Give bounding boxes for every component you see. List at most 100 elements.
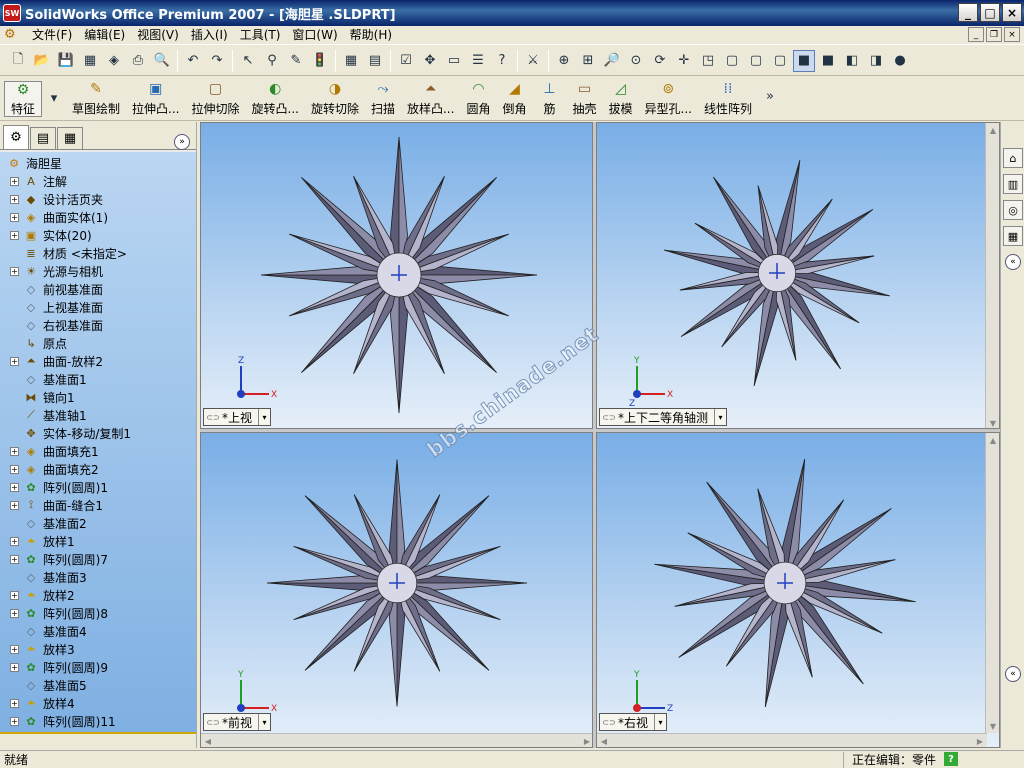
expand-icon[interactable]: + [10, 464, 19, 474]
home-icon[interactable]: ⌂ [1003, 148, 1023, 168]
scroll-down-icon[interactable]: ▼ [986, 416, 999, 428]
tree-item[interactable]: ↳ 原点 [0, 334, 196, 352]
scroll-right-icon[interactable]: ▶ [580, 734, 592, 747]
cmd-rib-button[interactable]: ⊥ 筋 [532, 80, 566, 118]
solidworks-app-icon[interactable]: SW [3, 4, 21, 22]
expand-icon[interactable]: + [10, 194, 19, 204]
tree-item[interactable]: ◇ 基准面2 [0, 514, 196, 532]
tree-root[interactable]: ⚙ 海胆星 [0, 154, 196, 172]
menu-window[interactable]: 窗口(W) [286, 26, 343, 45]
expand-icon[interactable]: + [10, 500, 19, 510]
link-views-icon[interactable]: ⊂⊃ [600, 718, 618, 727]
tree-item[interactable]: + ◈ 曲面填充1 [0, 442, 196, 460]
tree-item[interactable]: + ◈ 曲面填充2 [0, 460, 196, 478]
make-assembly-icon[interactable]: ◈ [103, 50, 125, 72]
status-help-icon[interactable]: ? [944, 752, 958, 766]
tree-item[interactable]: ◇ 基准面1 [0, 370, 196, 388]
expand-icon[interactable]: + [10, 608, 19, 618]
chevron-down-icon[interactable]: ▾ [654, 714, 666, 730]
layout-icon[interactable]: ▭ [443, 50, 465, 72]
menu-tools[interactable]: 工具(T) [234, 26, 287, 45]
link-views-icon[interactable]: ⊂⊃ [204, 718, 222, 727]
zoom-in-out-icon[interactable]: 🔎 [601, 50, 623, 72]
measure-icon[interactable]: ⚔ [522, 50, 544, 72]
tree-item[interactable]: ✥ 实体-移动/复制1 [0, 424, 196, 442]
file-explorer-icon[interactable]: ◎ [1003, 200, 1023, 220]
cmd-sweep-button[interactable]: ⤳ 扫描 [365, 80, 401, 118]
doc-close-button[interactable]: × [1004, 27, 1020, 42]
tree-item[interactable]: + ☀ 光源与相机 [0, 262, 196, 280]
tree-item[interactable]: + ⟟ 曲面-缝合1 [0, 496, 196, 514]
expand-icon[interactable]: + [10, 230, 19, 240]
wireframe-icon[interactable]: ▢ [721, 50, 743, 72]
scroll-down-icon[interactable]: ▼ [986, 719, 999, 733]
cmd-hole-wizard-button[interactable]: ⊚ 异型孔... [639, 80, 698, 118]
tree-item[interactable]: + ▣ 实体(20) [0, 226, 196, 244]
tree-item[interactable]: + ⏶ 放样3 [0, 640, 196, 658]
viewport-orientation-selector[interactable]: ⊂⊃ *上下二等角轴测 ▾ [599, 408, 728, 426]
viewport-orientation-selector[interactable]: ⊂⊃ *右视 ▾ [599, 713, 668, 731]
properties-icon[interactable]: ☰ [467, 50, 489, 72]
section-view-icon[interactable]: ◧ [841, 50, 863, 72]
rotate-icon[interactable]: ⟳ [649, 50, 671, 72]
new-file-icon[interactable]: 🗋 [7, 50, 29, 72]
tree-item[interactable]: + A 注解 [0, 172, 196, 190]
cmd-extrude-cut-button[interactable]: ▢ 拉伸切除 [185, 80, 245, 118]
property-icon[interactable]: ▤ [30, 127, 56, 149]
help-icon[interactable]: ? [491, 50, 513, 72]
print-icon[interactable]: ⎙ [127, 50, 149, 72]
viewport-front[interactable]: Y X ⊂⊃ *前视 ▾ ◀ ▶ [200, 432, 593, 748]
maximize-button[interactable]: □ [980, 3, 1000, 22]
redo-icon[interactable]: ↷ [206, 50, 228, 72]
collapse-pane-bottom-icon[interactable]: « [1005, 666, 1021, 682]
cmd-loft-button[interactable]: ⏶ 放样凸... [401, 80, 460, 118]
vertical-scrollbar[interactable]: ▲ ▼ [985, 433, 999, 733]
grid-icon[interactable]: ▦ [340, 50, 362, 72]
tree-item[interactable]: + ✿ 阵列(圆周)11 [0, 712, 196, 730]
tree-item[interactable]: ◇ 前视基准面 [0, 280, 196, 298]
horizontal-scrollbar[interactable]: ◀ ▶ [201, 733, 592, 747]
title-bar[interactable]: SW SolidWorks Office Premium 2007 - [海胆星… [0, 0, 1024, 26]
tree-item[interactable]: + ✿ 阵列(圆周)7 [0, 550, 196, 568]
expand-icon[interactable]: + [10, 266, 19, 276]
scroll-left-icon[interactable]: ◀ [201, 734, 215, 747]
make-drawing-icon[interactable]: ▦ [79, 50, 101, 72]
pan-icon[interactable]: ✛ [673, 50, 695, 72]
minimize-button[interactable]: _ [958, 3, 978, 22]
expand-icon[interactable]: + [10, 716, 19, 726]
scroll-right-icon[interactable]: ▶ [973, 734, 987, 747]
tree-item[interactable]: ◇ 基准面4 [0, 622, 196, 640]
tree-item[interactable]: ⧓ 镜向1 [0, 388, 196, 406]
expand-icon[interactable]: + [10, 176, 19, 186]
move-icon[interactable]: ✥ [419, 50, 441, 72]
design-library-icon[interactable]: ▥ [1003, 174, 1023, 194]
undo-icon[interactable]: ↶ [182, 50, 204, 72]
solidworks-logo-icon[interactable]: ⚙ [4, 27, 22, 43]
filter-icon[interactable]: ⚲ [261, 50, 283, 72]
expand-panel-icon[interactable]: » [174, 134, 190, 150]
cmd-fillet-button[interactable]: ◠ 圆角 [460, 80, 496, 118]
cmd-revolve-cut-button[interactable]: ◑ 旋转切除 [305, 80, 365, 118]
cmd-draft-button[interactable]: ◿ 拔模 [602, 80, 638, 118]
expand-icon[interactable]: + [10, 662, 19, 672]
tree-item[interactable]: + ✿ 阵列(圆周)1 [0, 478, 196, 496]
viewport-isometric[interactable]: Y X Z ⊂⊃ *上下二等角轴测 ▾ ▲ ▼ [596, 122, 1000, 429]
expand-icon[interactable]: + [10, 446, 19, 456]
tree-item[interactable]: + ⏶ 放样2 [0, 586, 196, 604]
vertical-scrollbar[interactable]: ▲ ▼ [985, 123, 999, 428]
hidden-lines-removed-icon[interactable]: ▢ [769, 50, 791, 72]
menu-insert[interactable]: 插入(I) [185, 26, 234, 45]
print-preview-icon[interactable]: 🔍 [151, 50, 173, 72]
options-icon[interactable]: ☑ [395, 50, 417, 72]
expand-icon[interactable]: + [10, 644, 19, 654]
cmd-linear-pattern-button[interactable]: ⁞⁞ 线性阵列 [698, 80, 758, 118]
scroll-left-icon[interactable]: ◀ [597, 734, 611, 747]
link-views-icon[interactable]: ⊂⊃ [204, 413, 222, 422]
tree-item[interactable]: ◇ 基准面3 [0, 568, 196, 586]
viewport-right[interactable]: Y Z ⊂⊃ *右视 ▾ ▲ ▼ ◀ ▶ [596, 432, 1000, 748]
tree-item[interactable]: ◇ 上视基准面 [0, 298, 196, 316]
chevron-down-icon[interactable]: ▾ [258, 409, 270, 425]
expand-icon[interactable]: + [10, 356, 19, 366]
cmd-feature-button[interactable]: ⚙ 特征 [4, 81, 43, 117]
chevron-down-icon[interactable]: ▾ [258, 714, 270, 730]
